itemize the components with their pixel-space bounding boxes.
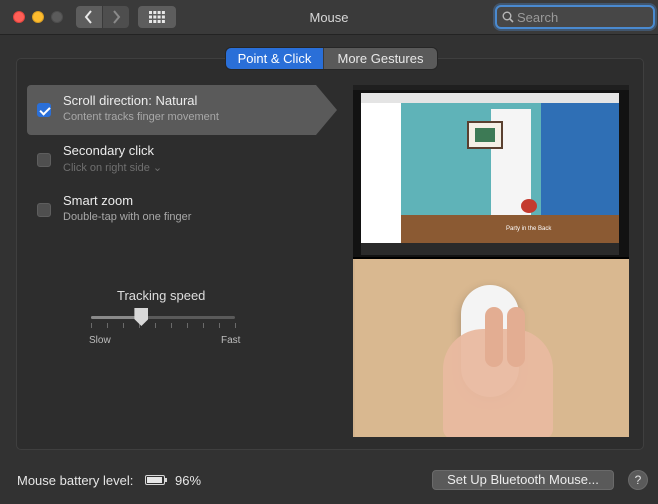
preview-browser: Party in the Back [361,93,619,243]
slider-tick [219,323,220,328]
option-title: Scroll direction: Natural [63,93,198,108]
preview-dock [361,243,619,255]
help-button[interactable]: ? [628,470,648,490]
slow-label: Slow [89,335,111,346]
smart-zoom-checkbox[interactable] [37,203,51,217]
search-input[interactable] [517,9,647,25]
slider-tick [187,323,188,328]
preview-desk [353,259,629,437]
preview-menubar [353,85,629,90]
option-smart-zoom[interactable]: Smart zoom Double-tap with one finger [27,185,337,235]
preview-screen: Party in the Back [353,85,629,257]
slider-fill [91,316,142,319]
tracking-speed-label: Tracking speed [117,288,206,303]
tracking-speed-slider[interactable] [91,316,235,319]
preview-caption: Party in the Back [506,226,552,232]
option-scroll-direction[interactable]: Scroll direction: Natural Content tracks… [27,85,337,135]
slider-tick [203,323,204,328]
option-subtitle: Content tracks finger movement [63,111,219,123]
fast-label: Fast [221,335,241,346]
option-title: Smart zoom [63,193,134,208]
secondary-click-side-dropdown[interactable]: Click on right side ⌄ [63,161,162,174]
battery-level-label: Mouse battery level: [17,473,134,488]
slider-tick [155,323,156,328]
option-secondary-click[interactable]: Secondary click Click on right side ⌄ [27,135,337,185]
battery-percent: 96% [175,473,202,488]
settings-panel: Scroll direction: Natural Content tracks… [16,58,644,450]
search-icon [502,11,514,23]
slider-tick [123,323,124,328]
slider-tick [235,323,236,328]
set-up-bluetooth-mouse-button[interactable]: Set Up Bluetooth Mouse... [432,470,614,490]
option-subtitle: Double-tap with one finger [63,211,192,223]
tab-more-gestures[interactable]: More Gestures [323,48,437,69]
scroll-direction-checkbox[interactable] [37,103,51,117]
preview-room-image: Party in the Back [401,103,619,243]
option-title: Secondary click [63,143,155,158]
secondary-click-checkbox[interactable] [37,153,51,167]
tab-bar: Point & Click More Gestures [226,48,437,69]
gesture-preview-video: Party in the Back [353,85,629,437]
title-bar: Mouse [0,0,658,35]
slider-thumb[interactable] [134,308,149,326]
tab-point-and-click[interactable]: Point & Click [226,48,323,69]
search-field[interactable] [495,5,655,29]
slider-tick [171,323,172,328]
slider-tick [107,323,108,328]
battery-icon [145,475,167,485]
slider-tick [91,323,92,328]
